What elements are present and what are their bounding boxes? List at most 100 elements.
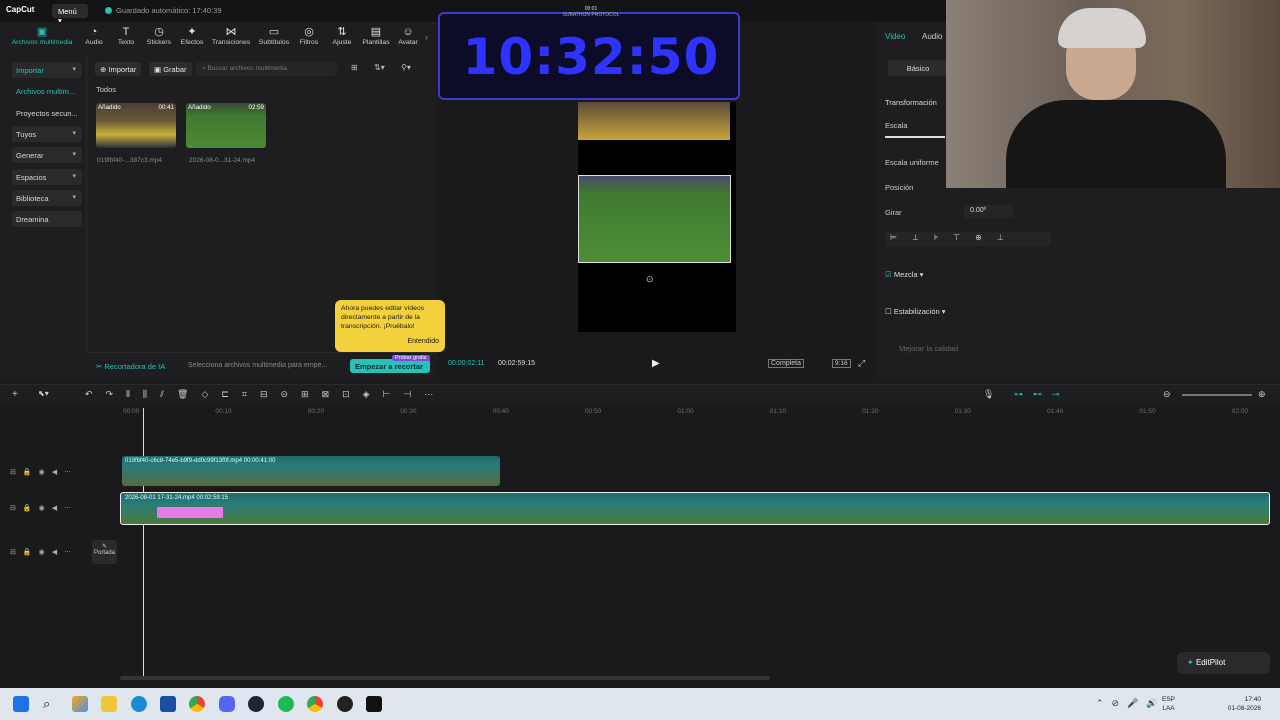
align-buttons[interactable]: ⊨⊥⊧⊤⊕⊥ bbox=[886, 232, 1051, 246]
rotate-handle-icon[interactable]: ⊙ bbox=[646, 274, 654, 285]
sidebar-item-dreamina[interactable]: Dreamina bbox=[12, 211, 82, 227]
timeline-scrollbar[interactable] bbox=[120, 676, 770, 680]
add-track-icon[interactable]: + bbox=[12, 389, 18, 400]
steam-icon[interactable] bbox=[248, 696, 264, 712]
app-logo: CapCut bbox=[6, 5, 35, 14]
time-ruler[interactable]: 00:00 00:10 00:20 00:30 00:40 00:50 01:00 01:10… bbox=[0, 404, 1280, 418]
selected-video-layer[interactable] bbox=[578, 175, 731, 263]
clock[interactable]: 17:40 01-08-2026 bbox=[1223, 695, 1261, 713]
webcam-overlay bbox=[946, 0, 1280, 188]
media-icon: ▣ bbox=[36, 26, 48, 38]
quality-section: Mejorar la calidad bbox=[899, 344, 959, 353]
zoom-slider[interactable] bbox=[1182, 394, 1252, 396]
grid-view-icon[interactable]: ⊞ bbox=[351, 63, 358, 72]
file-explorer-icon[interactable] bbox=[101, 696, 117, 712]
filter-icon[interactable]: ⚲▾ bbox=[401, 63, 411, 72]
edit-tools[interactable]: ↶↷⫴⫼⫽🗑◇⊏⌗⊟⊝⊞⊠⊡◈⊢⊣⋯ bbox=[85, 389, 446, 400]
chrome-icon[interactable] bbox=[189, 696, 205, 712]
import-button[interactable]: ⊕ Importar bbox=[95, 62, 142, 76]
capcut-icon[interactable] bbox=[366, 696, 382, 712]
complete-button[interactable]: Completa bbox=[768, 359, 804, 368]
record-button[interactable]: ▣ Grabar bbox=[149, 62, 192, 76]
media-search-input[interactable]: ⌕ Buscar archivos multimedia bbox=[196, 62, 337, 76]
zoom-in-icon[interactable]: ⊕ bbox=[1258, 389, 1266, 400]
current-time: 00:00:02:11 bbox=[448, 360, 485, 367]
language-indicator[interactable]: ESP LAA bbox=[1162, 695, 1175, 713]
webcam-preview bbox=[578, 102, 730, 140]
select-tool-icon[interactable]: ⬉▾ bbox=[38, 389, 49, 398]
transcript-tooltip: Ahora puedes editar vídeos directamente … bbox=[335, 300, 445, 352]
clip-match-video[interactable]: 2026-08-01 17-31-24.mp4 00:02:59:15 bbox=[120, 492, 1270, 525]
aspect-ratio-button[interactable]: 9:16 bbox=[832, 359, 851, 368]
search-icon: ⌕ bbox=[202, 65, 206, 72]
track-controls-2[interactable]: ⊟🔒◉◀⋯ bbox=[10, 504, 78, 512]
obs-icon[interactable] bbox=[337, 696, 353, 712]
sidebar-item-biblioteca[interactable]: Biblioteca ▾ bbox=[12, 190, 82, 206]
tooltip-ok-button[interactable]: Entendido bbox=[407, 337, 439, 346]
spotify-icon[interactable] bbox=[278, 696, 294, 712]
media-caption-2: 2026-08-0...31-24.mp4 bbox=[189, 157, 256, 164]
track-controls-1[interactable]: ⊟🔒◉◀⋯ bbox=[10, 468, 78, 476]
chevron-down-icon: ▾ bbox=[72, 66, 76, 73]
chrome-profile-icon[interactable] bbox=[307, 696, 323, 712]
cover-button[interactable]: ✎ Portada bbox=[92, 540, 117, 564]
time-tick: 01:40 bbox=[1047, 408, 1064, 415]
time-tick: 00:20 bbox=[307, 408, 325, 415]
sort-icon[interactable]: ⇅▾ bbox=[374, 63, 385, 72]
chevron-down-icon: ▾ bbox=[72, 130, 76, 137]
chevron-right-icon[interactable]: › bbox=[425, 32, 428, 42]
autosave-status: Guardado automático: 17:40:39 bbox=[105, 6, 222, 15]
main-toolbar: ▣ Archivos multimedia ◔ Audio T Texto ◷ Stic… bbox=[0, 22, 437, 56]
tool-avatar[interactable]: ☺ Avatar bbox=[388, 26, 428, 46]
tool-media[interactable]: ▣ Archivos multimedia bbox=[2, 26, 82, 46]
snap-tools[interactable]: ⊶⊷⊸ bbox=[1014, 389, 1070, 400]
stabilize-section[interactable]: ☐ Estabilización ▾ bbox=[885, 307, 946, 316]
zoom-out-icon[interactable]: ⊖ bbox=[1163, 389, 1171, 400]
fullscreen-icon[interactable]: ⤢ bbox=[858, 358, 865, 369]
ai-clipper-hint: Selecciona archivos multimedia para empe… bbox=[188, 362, 328, 369]
checkbox-icon: ☐ bbox=[885, 307, 892, 316]
editpilot-button[interactable]: ✦ EditPilot bbox=[1177, 652, 1270, 674]
menu-button[interactable]: Menú ▾ bbox=[52, 4, 88, 25]
clip-webcam[interactable]: 019fbf40-c6c8-74e5-b9f9-dd0c99f13f0f.mp4… bbox=[122, 456, 500, 486]
basic-tab[interactable]: Básico bbox=[888, 60, 948, 76]
scale-slider[interactable] bbox=[885, 136, 945, 138]
left-sidebar: Importar ▾ Archivos multim... Proyectos s… bbox=[0, 56, 86, 378]
position-label: Posición bbox=[885, 183, 914, 192]
tab-audio[interactable]: Audio bbox=[922, 32, 942, 41]
trial-badge: Probar gratis bbox=[392, 355, 430, 361]
track-controls-3[interactable]: ⊟🔒◉◀⋯ bbox=[10, 548, 78, 556]
tool-transitions[interactable]: ⋈ Transiciones bbox=[211, 26, 251, 46]
time-tick: 00:00 bbox=[123, 408, 140, 415]
edge-icon[interactable] bbox=[131, 696, 147, 712]
start-clipping-button[interactable]: Empezar a recortar bbox=[350, 359, 430, 373]
sidebar-item-archivos[interactable]: Archivos multim... bbox=[12, 83, 82, 99]
media-thumb-2[interactable]: Añadido 02:59 bbox=[186, 103, 266, 148]
windows-start-icon[interactable] bbox=[13, 696, 29, 712]
media-thumb-1[interactable]: Añadido 00:41 bbox=[96, 103, 176, 148]
filter-all-label[interactable]: Todos bbox=[96, 85, 116, 94]
rotate-label: Girar bbox=[885, 208, 902, 217]
tab-video[interactable]: Video bbox=[885, 32, 905, 41]
tool-subtitles[interactable]: ▭ Subtítulos bbox=[254, 26, 294, 46]
blend-section[interactable]: ☑ Mezcla ▾ bbox=[885, 270, 923, 279]
store-icon[interactable] bbox=[160, 696, 176, 712]
play-icon[interactable]: ▶ bbox=[652, 358, 660, 369]
person-hair bbox=[1058, 8, 1146, 48]
sidebar-item-generar[interactable]: Generar ▾ bbox=[12, 147, 82, 163]
sparkle-icon: ✦ bbox=[1187, 658, 1194, 667]
sidebar-item-importar[interactable]: Importar ▾ bbox=[12, 62, 82, 78]
tool-effects[interactable]: ✦ Efectos bbox=[172, 26, 212, 46]
time-tick: 01:10 bbox=[769, 408, 787, 415]
sidebar-item-tuyos[interactable]: Tuyos ▾ bbox=[12, 126, 82, 142]
sidebar-item-proyectos[interactable]: Proyectos secun... bbox=[12, 105, 82, 121]
playhead[interactable] bbox=[143, 408, 144, 678]
search-icon[interactable]: ⌕ bbox=[43, 696, 59, 712]
sidebar-item-espacios[interactable]: Espacios ▾ bbox=[12, 169, 82, 185]
discord-icon[interactable] bbox=[219, 696, 235, 712]
tray-icons[interactable]: ⌃⊘🎤🔊 bbox=[1096, 698, 1166, 709]
rotate-input[interactable]: 0.00º bbox=[964, 205, 1014, 218]
copilot-icon[interactable] bbox=[72, 696, 88, 712]
plus-circle-icon: ⊕ bbox=[100, 65, 107, 74]
microphone-icon[interactable]: 🎙 bbox=[983, 389, 994, 400]
